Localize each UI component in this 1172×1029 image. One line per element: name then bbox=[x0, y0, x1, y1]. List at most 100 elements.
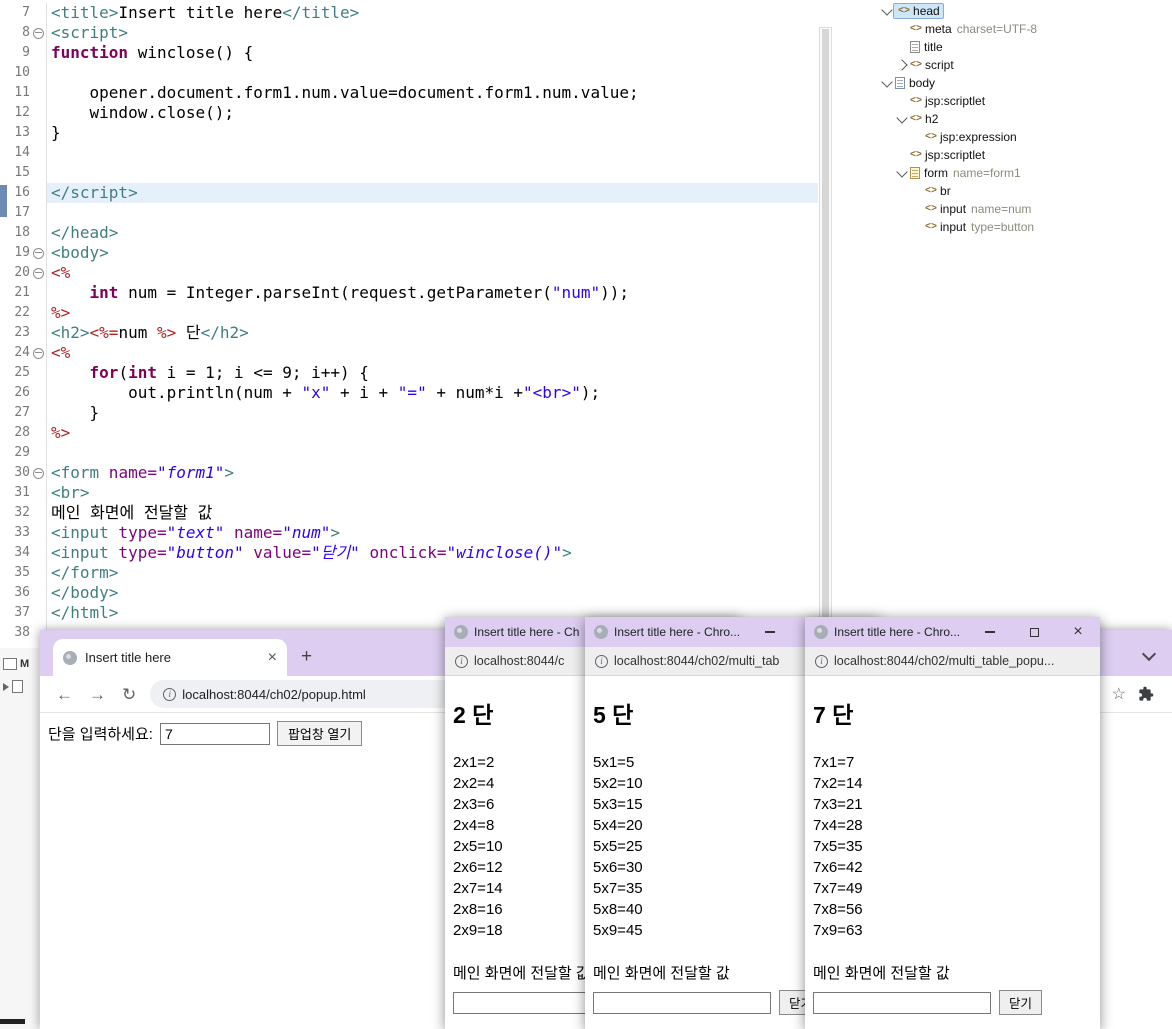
element-icon: <> bbox=[910, 23, 923, 35]
code-token: i = 1; i <= 9; i++) { bbox=[156, 363, 369, 382]
code-text[interactable]: </head> bbox=[47, 223, 818, 243]
outline-item-h2[interactable]: <> h2 bbox=[876, 110, 1172, 128]
code-text[interactable]: <br> bbox=[47, 483, 818, 503]
code-text[interactable] bbox=[47, 443, 818, 463]
minimized-view-outline[interactable] bbox=[3, 680, 39, 693]
outline-item-input[interactable]: <> input name=num bbox=[876, 200, 1172, 218]
tab-list-chevron-icon[interactable] bbox=[1141, 646, 1157, 662]
outline-item-meta[interactable]: <> meta charset=UTF-8 bbox=[876, 20, 1172, 38]
code-text[interactable]: 메인 화면에 전달할 값 bbox=[47, 503, 818, 523]
code-token: </head> bbox=[51, 223, 119, 242]
code-text[interactable]: <input type="text" name="num"> bbox=[47, 523, 818, 543]
code-text[interactable]: </script> bbox=[47, 183, 818, 203]
outline-item-br[interactable]: <> br bbox=[876, 182, 1172, 200]
forward-button[interactable]: → bbox=[89, 686, 106, 703]
expand-triangle-icon[interactable] bbox=[3, 682, 9, 691]
code-token: "button" bbox=[166, 543, 244, 562]
back-button[interactable]: ← bbox=[56, 686, 73, 703]
outline-item-title[interactable]: title bbox=[876, 38, 1172, 56]
extensions-icon[interactable] bbox=[1138, 686, 1154, 702]
code-editor[interactable]: 7 <title>Insert title here</title> 8 <scrip… bbox=[0, 0, 818, 643]
outline-item-jsp-expression[interactable]: <> jsp:expression bbox=[876, 128, 1172, 146]
collapse-arrow-icon[interactable] bbox=[896, 165, 908, 178]
popup-address-bar[interactable]: i localhost:8044/ch02/multi_table_popu... bbox=[805, 647, 1100, 676]
maximize-button[interactable] bbox=[1012, 617, 1056, 647]
code-token: 단 bbox=[176, 323, 201, 342]
collapse-arrow-icon[interactable] bbox=[881, 3, 893, 16]
fold-collapse-icon[interactable] bbox=[32, 467, 44, 479]
fold-collapse-icon[interactable] bbox=[32, 27, 44, 39]
minimized-view-markers[interactable]: M bbox=[3, 658, 39, 670]
code-text[interactable]: for(int i = 1; i <= 9; i++) { bbox=[47, 363, 818, 383]
num-input[interactable] bbox=[593, 991, 771, 1014]
code-text[interactable] bbox=[47, 143, 818, 163]
code-text[interactable]: <body> bbox=[47, 243, 818, 263]
code-text[interactable]: } bbox=[47, 403, 818, 423]
code-text[interactable]: <title>Insert title here</title> bbox=[47, 3, 818, 23]
fold-collapse-icon[interactable] bbox=[32, 267, 44, 279]
popup-page-content: 7 단 7x1=7 7x2=14 7x3=21 7x4=28 7x5=35 7x6=42 7x… bbox=[805, 676, 1100, 1029]
browser-tab[interactable]: Insert title here × bbox=[53, 639, 287, 676]
code-text[interactable] bbox=[47, 163, 818, 183]
code-text[interactable]: <% bbox=[47, 263, 818, 283]
fold-gutter bbox=[30, 63, 47, 83]
outline-panel: <> head <> meta charset=UTF-8 title <> script bo… bbox=[876, 2, 1172, 616]
outline-item-form[interactable]: form name=form1 bbox=[876, 164, 1172, 182]
code-text[interactable]: out.println(num + "x" + i + "=" + num*i … bbox=[47, 383, 818, 403]
code-text[interactable]: %> bbox=[47, 303, 818, 323]
code-text[interactable]: <form name="form1"> bbox=[47, 463, 818, 483]
outline-item-body[interactable]: body bbox=[876, 74, 1172, 92]
outline-item-script[interactable]: <> script bbox=[876, 56, 1172, 74]
code-text[interactable]: function winclose() { bbox=[47, 43, 818, 63]
collapse-arrow-icon[interactable] bbox=[896, 111, 908, 124]
fold-gutter bbox=[30, 103, 47, 123]
code-text[interactable]: window.close(); bbox=[47, 103, 818, 123]
scrollbar-thumb[interactable] bbox=[822, 29, 829, 621]
code-text[interactable] bbox=[47, 203, 818, 223]
code-text[interactable]: <% bbox=[47, 343, 818, 363]
input-prompt-label: 단을 입력하세요: bbox=[48, 726, 153, 743]
code-text[interactable]: opener.document.form1.num.value=document… bbox=[47, 83, 818, 103]
code-text[interactable]: int num = Integer.parseInt(request.getPa… bbox=[47, 283, 818, 303]
editor-scrollbar[interactable] bbox=[819, 27, 832, 625]
outline-item-jsp-scriptlet[interactable]: <> jsp:scriptlet bbox=[876, 146, 1172, 164]
fold-collapse-icon[interactable] bbox=[32, 247, 44, 259]
outline-item-jsp-scriptlet[interactable]: <> jsp:scriptlet bbox=[876, 92, 1172, 110]
code-text[interactable]: </body> bbox=[47, 583, 818, 603]
expand-arrow-icon[interactable] bbox=[896, 59, 908, 71]
reload-button[interactable]: ↻ bbox=[122, 686, 136, 703]
code-text[interactable]: <script> bbox=[47, 23, 818, 43]
code-text[interactable]: </form> bbox=[47, 563, 818, 583]
tab-close-icon[interactable]: × bbox=[268, 649, 277, 666]
code-token: <% bbox=[51, 263, 71, 282]
restore-view-icon[interactable] bbox=[3, 658, 17, 670]
minimize-button[interactable] bbox=[748, 617, 792, 647]
document-view-icon[interactable] bbox=[12, 680, 23, 693]
dan-number-input[interactable] bbox=[159, 722, 270, 745]
site-info-icon[interactable]: i bbox=[163, 687, 177, 701]
outline-attr: name=form1 bbox=[953, 166, 1021, 180]
open-popup-button[interactable]: 팝업창 열기 bbox=[276, 721, 363, 746]
code-text[interactable]: <input type="button" value="닫기" onclick=… bbox=[47, 543, 818, 563]
fold-collapse-icon[interactable] bbox=[32, 347, 44, 359]
url-text: localhost:8044/ch02/popup.html bbox=[182, 686, 366, 702]
footer-label: 메인 화면에 전달할 값 bbox=[813, 965, 950, 982]
code-text[interactable]: <h2><%=num %> 단</h2> bbox=[47, 323, 818, 343]
minimize-button[interactable] bbox=[968, 617, 1012, 647]
code-token: </form> bbox=[51, 563, 119, 582]
line-number: 30 bbox=[14, 465, 30, 480]
new-tab-button[interactable]: + bbox=[301, 647, 312, 666]
code-line: 10 bbox=[0, 63, 818, 83]
close-button[interactable]: × bbox=[1056, 617, 1100, 647]
popup-favicon-icon bbox=[454, 625, 468, 639]
collapse-arrow-icon[interactable] bbox=[881, 75, 893, 88]
num-input[interactable] bbox=[813, 991, 991, 1014]
close-popup-button[interactable]: 닫기 bbox=[999, 990, 1043, 1015]
outline-item-input[interactable]: <> input type=button bbox=[876, 218, 1172, 236]
bookmark-star-icon[interactable]: ☆ bbox=[1112, 684, 1126, 704]
code-line: 15 bbox=[0, 163, 818, 183]
outline-item-head[interactable]: <> head bbox=[876, 2, 1172, 20]
code-text[interactable]: } bbox=[47, 123, 818, 143]
code-text[interactable]: %> bbox=[47, 423, 818, 443]
code-text[interactable] bbox=[47, 63, 818, 83]
